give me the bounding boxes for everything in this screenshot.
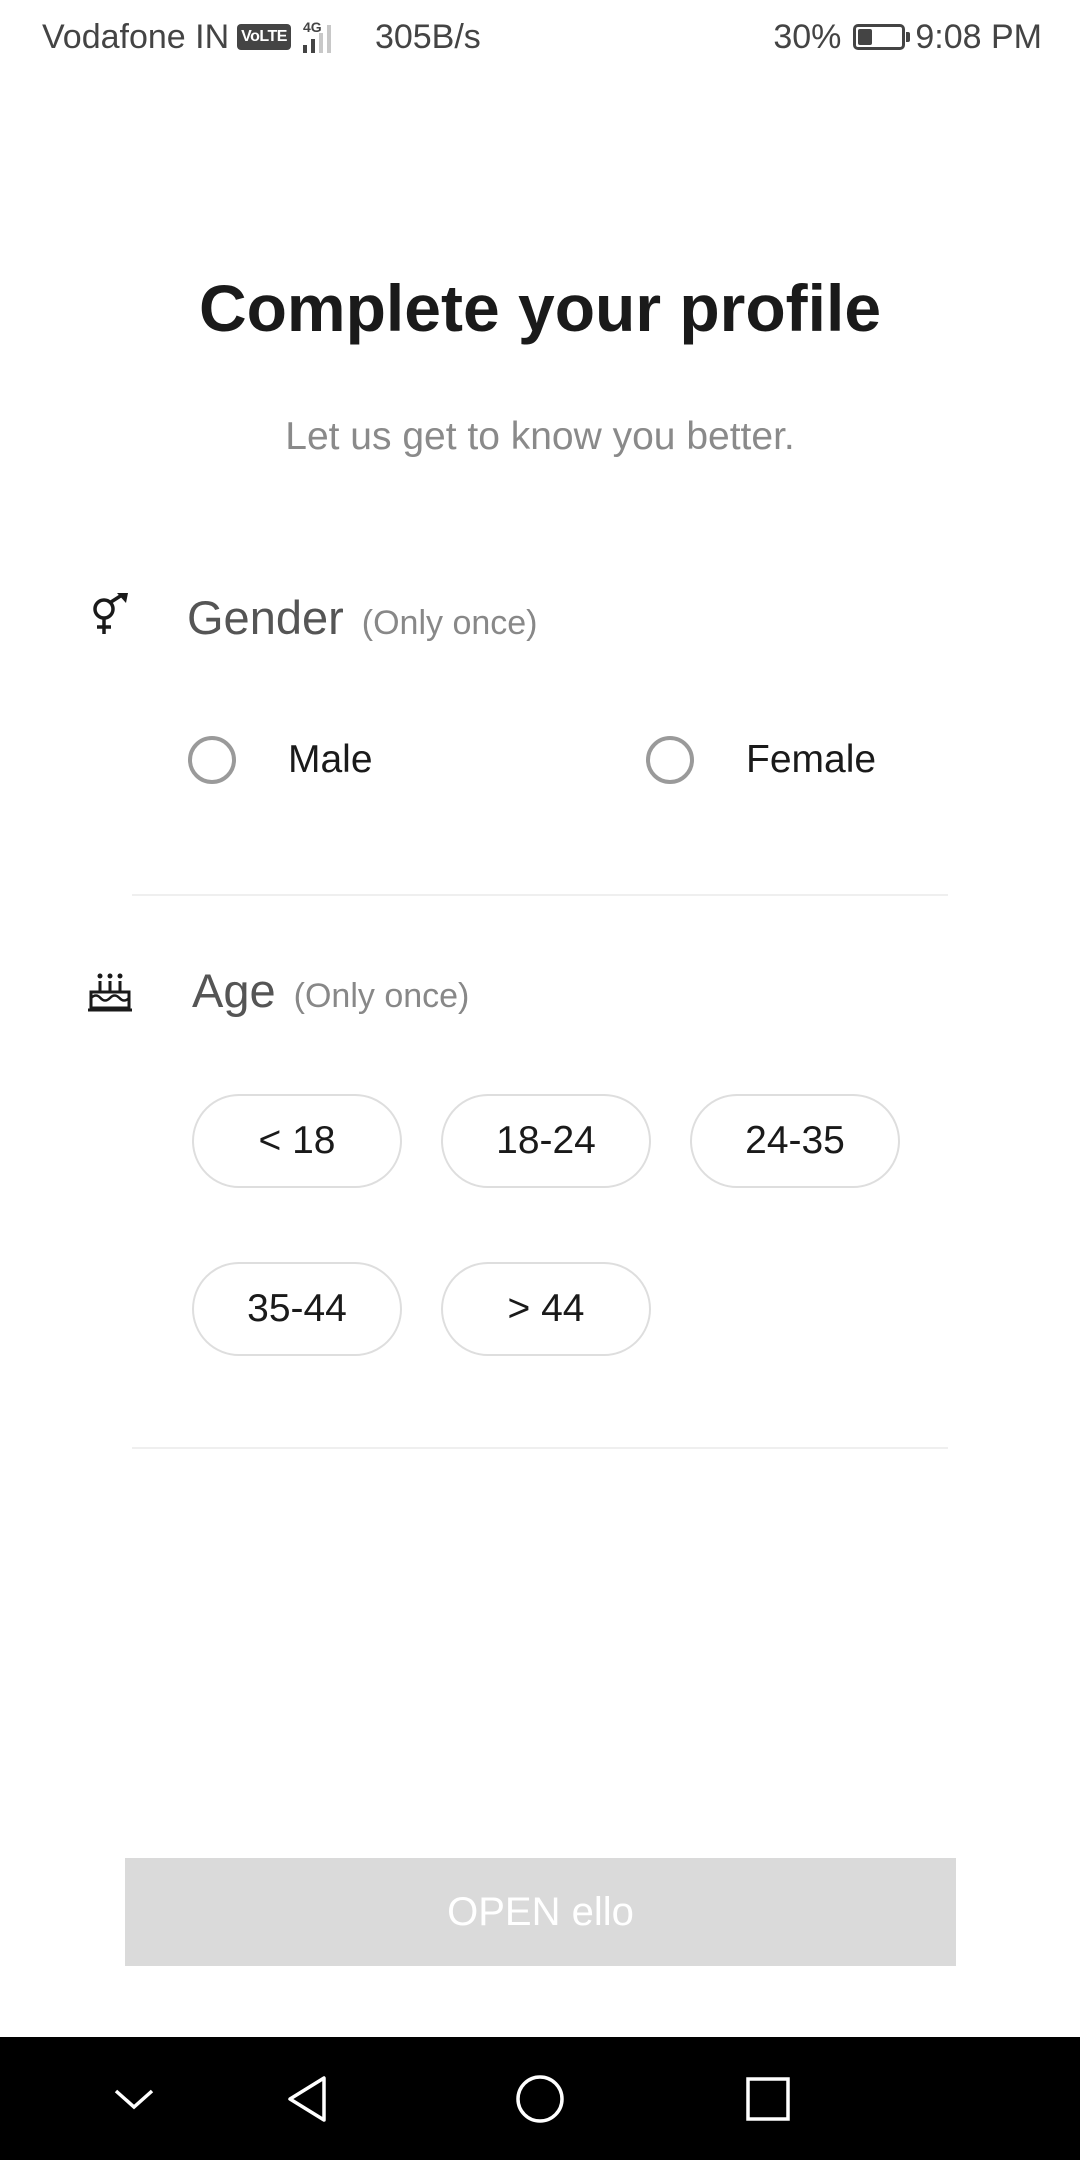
status-bar: Vodafone IN VoLTE 4G 305B/s 30% 9:08 PM: [0, 0, 1080, 74]
collapse-button[interactable]: [74, 2037, 194, 2160]
page-subtitle: Let us get to know you better.: [285, 415, 795, 458]
page-title: Complete your profile: [198, 271, 882, 345]
back-button[interactable]: [249, 2037, 369, 2160]
battery-fill: [858, 29, 873, 45]
gender-option-female[interactable]: Female: [646, 736, 876, 784]
navigation-bar: [0, 2037, 1080, 2160]
gender-option-male[interactable]: Male: [188, 736, 373, 784]
divider: [132, 1447, 948, 1449]
age-option-18-24[interactable]: 18-24: [441, 1094, 651, 1188]
carrier-name: Vodafone IN: [42, 17, 230, 56]
age-option-over-44[interactable]: > 44: [441, 1262, 651, 1356]
age-option-35-44[interactable]: 35-44: [192, 1262, 402, 1356]
collapse-icon: [114, 2089, 154, 2109]
battery-percent: 30%: [773, 17, 842, 56]
home-icon: [516, 2074, 564, 2123]
status-right: 30% 9:08 PM: [773, 16, 1042, 58]
radio-label-male: Male: [288, 738, 373, 781]
radio-label-female: Female: [746, 738, 877, 781]
gender-label-row: Gender (Only once): [187, 590, 538, 645]
age-label: Age: [192, 964, 276, 1017]
age-label-row: Age (Only once): [192, 963, 469, 1018]
age-option-under-18[interactable]: < 18: [192, 1094, 402, 1188]
age-option-24-35[interactable]: 24-35: [690, 1094, 900, 1188]
back-icon: [288, 2075, 326, 2122]
signal-icon: 4G: [302, 19, 353, 53]
network-type: 4G: [302, 19, 322, 35]
recents-icon: [746, 2076, 790, 2121]
age-note: (Only once): [293, 977, 470, 1015]
volte-icon: VoLTE: [237, 24, 291, 50]
radio-button-female[interactable]: [646, 736, 694, 784]
clock: 9:08 PM: [915, 17, 1042, 56]
gender-label: Gender: [187, 591, 344, 644]
divider: [132, 894, 948, 896]
gender-icon: [93, 593, 128, 634]
network-rate: 305B/s: [374, 17, 481, 56]
open-ello-button[interactable]: OPEN ello: [125, 1858, 956, 1966]
gender-note: (Only once): [361, 604, 538, 642]
home-button[interactable]: [480, 2037, 600, 2160]
battery-icon: [853, 24, 911, 50]
recents-button[interactable]: [708, 2037, 828, 2160]
cake-icon: [88, 973, 132, 1012]
status-left: Vodafone IN VoLTE 4G 305B/s: [42, 16, 481, 58]
radio-button-male[interactable]: [188, 736, 236, 784]
